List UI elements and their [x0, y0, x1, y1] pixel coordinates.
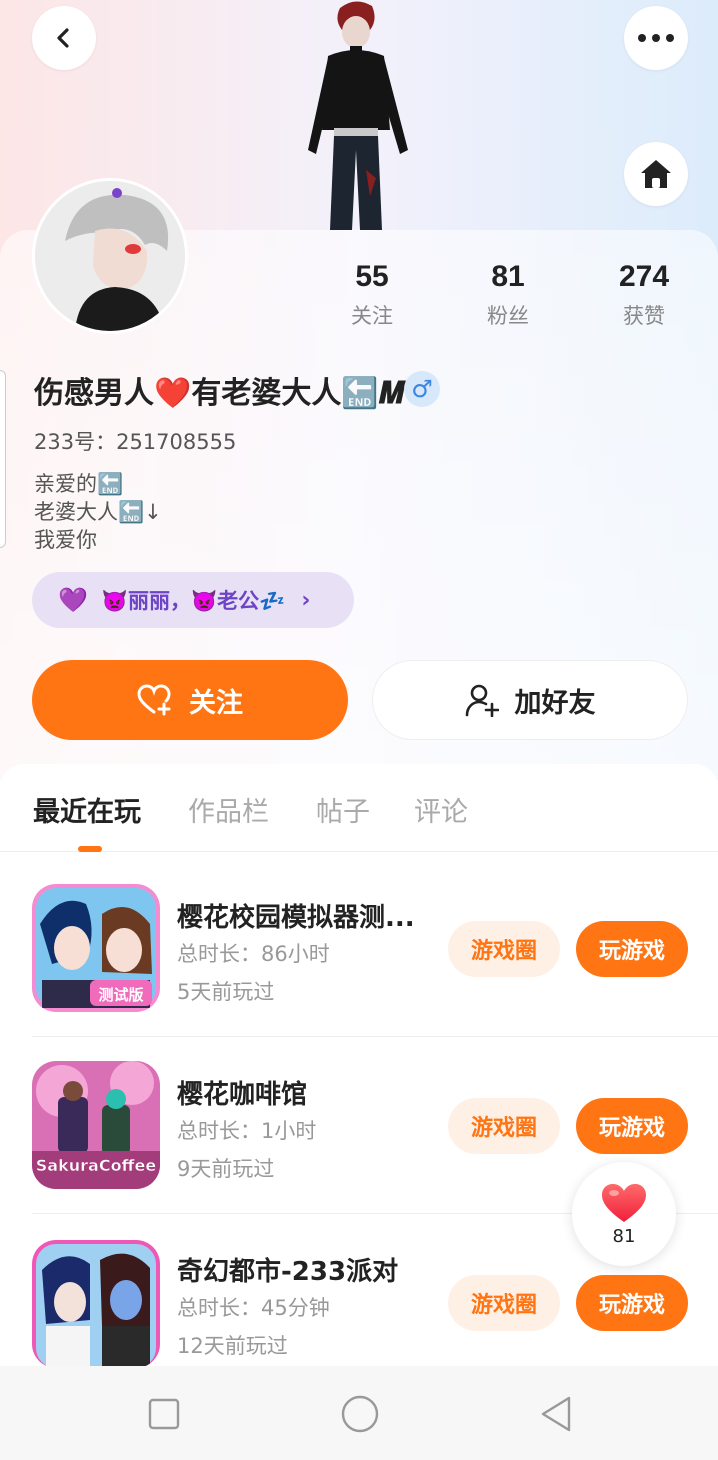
add-friend-button[interactable]: 加好友 [372, 660, 688, 740]
home-nav-button[interactable] [340, 1394, 380, 1434]
game-last-played: 5天前玩过 [177, 980, 275, 1004]
likes-stat[interactable]: 274 获赞 [576, 258, 712, 330]
following-count: 55 [355, 260, 389, 293]
home-icon [641, 160, 671, 188]
followers-count: 81 [491, 260, 525, 293]
followers-stat[interactable]: 81 粉丝 [440, 258, 576, 330]
bio-line: 老婆大人🔚↓ [34, 500, 162, 524]
following-label: 关注 [351, 304, 393, 328]
game-last-played: 9天前玩过 [177, 1157, 275, 1181]
side-panel-handle[interactable] [0, 370, 6, 548]
profile-bio: 亲爱的🔚 老婆大人🔚↓ 我爱你 [34, 470, 162, 554]
character-figure-image [308, 1, 408, 230]
circle-icon [341, 1395, 379, 1433]
like-count: 81 [612, 1225, 636, 1247]
follow-label: 关注 [189, 687, 243, 719]
play-game-button[interactable]: 玩游戏 [576, 1275, 688, 1331]
tab-works[interactable]: 作品栏 [188, 790, 269, 829]
active-tab-indicator [78, 846, 102, 852]
user-avatar[interactable] [32, 178, 188, 334]
game-title: 樱花校园模拟器测... [177, 903, 415, 933]
more-dots-icon [638, 34, 674, 42]
chevron-left-icon [57, 28, 69, 48]
likes-label: 获赞 [623, 304, 665, 328]
game-duration: 总时长：1小时 [177, 1119, 317, 1143]
relationship-pill[interactable]: 💜 👿丽丽，👿老公💤 › [32, 572, 354, 628]
square-icon [148, 1398, 180, 1430]
recent-apps-button[interactable] [144, 1394, 184, 1434]
game-circle-button[interactable]: 游戏圈 [448, 921, 560, 977]
icon-badge-text: SakuraCoffee [36, 1156, 157, 1175]
bio-line: 亲爱的🔚 [34, 472, 124, 496]
game-title: 樱花咖啡馆 [177, 1080, 308, 1110]
more-options-button[interactable] [624, 6, 688, 70]
game-title: 奇幻都市-233派对 [177, 1257, 399, 1287]
sakura-school-icon: 测试版 [32, 884, 160, 1012]
back-button[interactable] [32, 6, 96, 70]
profile-username: 伤感男人❤️有老婆大人🔚𝑴 [34, 376, 405, 411]
avatar-image [35, 181, 185, 331]
triangle-back-icon [541, 1396, 571, 1432]
game-duration: 总时长：45分钟 [177, 1296, 330, 1320]
add-friend-label: 加好友 [514, 687, 596, 719]
male-gender-icon: ♂ [404, 371, 440, 407]
system-navigation-bar [0, 1366, 718, 1460]
game-last-played: 12天前玩过 [177, 1334, 288, 1358]
game-circle-button[interactable]: 游戏圈 [448, 1275, 560, 1331]
followers-label: 粉丝 [487, 304, 529, 328]
tab-recent-games[interactable]: 最近在玩 [33, 790, 141, 829]
game-duration: 总时长：86小时 [177, 942, 330, 966]
game-circle-button[interactable]: 游戏圈 [448, 1098, 560, 1154]
fantasy-city-icon [32, 1240, 160, 1366]
heart-icon [602, 1183, 646, 1222]
tab-comments[interactable]: 评论 [414, 790, 468, 829]
game-list-item[interactable]: 测试版 樱花校园模拟器测... 总时长：86小时 5天前玩过 游戏圈 玩游戏 [0, 860, 718, 1037]
chevron-right-icon: › [301, 587, 311, 613]
tab-posts[interactable]: 帖子 [316, 790, 370, 829]
double-heart-icon: 💜 [58, 586, 88, 614]
relationship-text: 👿丽丽，👿老公💤 [101, 589, 286, 613]
home-button[interactable] [624, 142, 688, 206]
back-nav-button[interactable] [536, 1394, 576, 1434]
profile-stats: 55 关注 81 粉丝 274 获赞 [304, 258, 708, 338]
likes-count: 274 [618, 260, 670, 293]
bio-line: 我爱你 [34, 528, 97, 552]
heart-plus-icon [137, 684, 173, 716]
following-stat[interactable]: 55 关注 [304, 258, 440, 330]
floating-like-button[interactable]: 81 [572, 1162, 676, 1266]
add-person-icon [465, 683, 499, 717]
user-id: 233号：251708555 [34, 430, 237, 454]
follow-button[interactable]: 关注 [32, 660, 348, 740]
profile-tabs: 最近在玩 作品栏 帖子 评论 [0, 764, 718, 852]
play-game-button[interactable]: 玩游戏 [576, 1098, 688, 1154]
icon-badge-text: 测试版 [98, 986, 143, 1004]
sakura-coffee-icon: SakuraCoffee [32, 1061, 160, 1189]
play-game-button[interactable]: 玩游戏 [576, 921, 688, 977]
